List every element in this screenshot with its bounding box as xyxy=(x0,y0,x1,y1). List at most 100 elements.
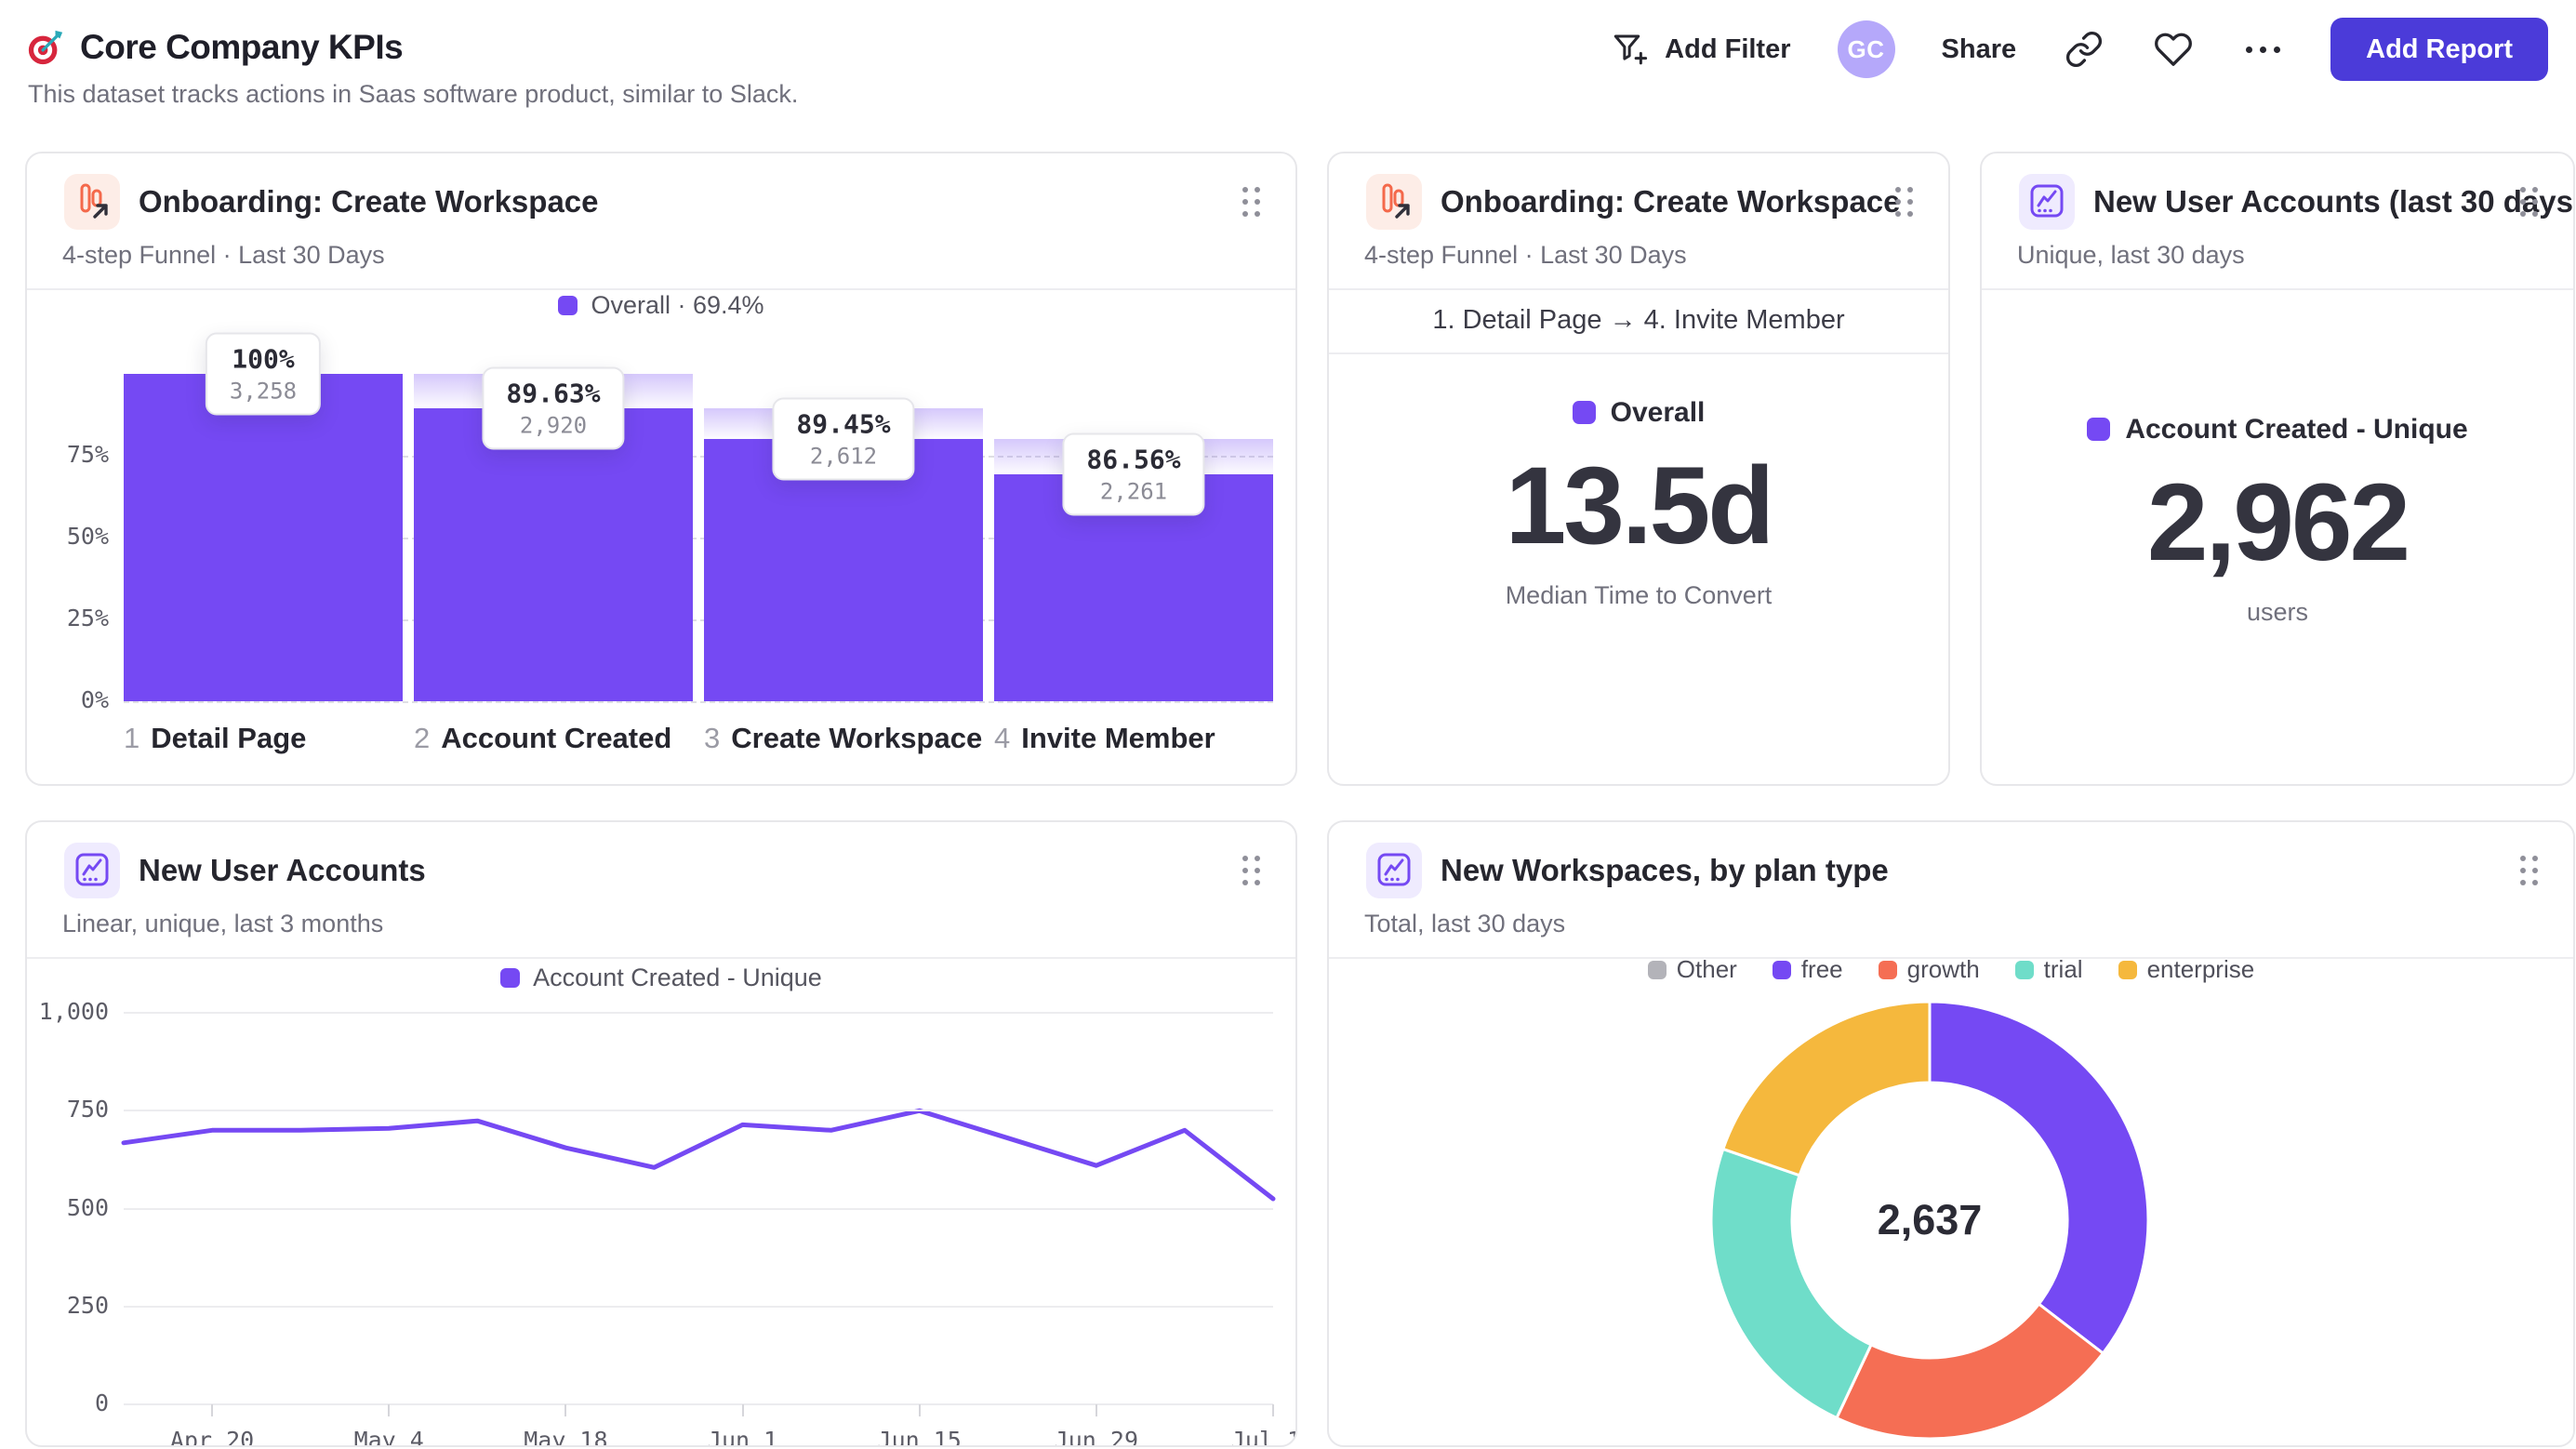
line-y-axis: 1,000 750 500 250 0 xyxy=(27,998,109,1416)
x-axis-tick xyxy=(741,1404,744,1416)
funnel-bar[interactable]: 100% 3,258 1 Detail Page xyxy=(124,332,403,754)
y-axis-label: 75% xyxy=(66,441,109,468)
legend-label: trial xyxy=(2043,955,2083,983)
funnel-step-label: 1 Detail Page xyxy=(124,722,307,754)
line-legend[interactable]: Account Created - Unique xyxy=(27,964,1295,992)
drag-handle-icon[interactable] xyxy=(1895,187,1913,217)
dashboard-app: Core Company KPIs This dataset tracks ac… xyxy=(0,0,2576,1447)
insights-report-icon xyxy=(64,843,120,898)
metric-value: 2,962 xyxy=(2146,460,2410,584)
funnel-bar[interactable]: 86.56% 2,261 4 Invite Member xyxy=(994,374,1273,754)
x-axis-label: Jun 1 xyxy=(707,1427,778,1447)
y-axis-label: 1,000 xyxy=(38,998,109,1025)
card-title[interactable]: Onboarding: Create Workspace xyxy=(139,184,599,219)
funnel-bar[interactable]: 89.63% 2,920 2 Account Created xyxy=(414,366,693,754)
metric-legend: Overall xyxy=(1572,396,1706,429)
favorite-heart-icon[interactable] xyxy=(2152,28,2195,71)
legend-item-growth[interactable]: growth xyxy=(1878,955,1980,984)
x-axis-tick xyxy=(388,1404,391,1416)
legend-label: growth xyxy=(1906,955,1980,983)
funnel-bar[interactable]: 89.45% 2,612 3 Create Workspace xyxy=(704,374,983,754)
add-filter-button[interactable]: Add Filter xyxy=(1609,28,1791,71)
y-axis-label: 0% xyxy=(80,686,109,713)
share-button[interactable]: Share xyxy=(1942,34,2017,65)
card-title[interactable]: Onboarding: Create Workspace xyxy=(1441,184,1901,219)
card-head: New User Accounts xyxy=(27,822,1295,898)
x-axis-tick xyxy=(211,1404,214,1416)
funnel-report-icon xyxy=(1366,174,1422,230)
legend-swatch xyxy=(500,968,521,988)
y-axis-label: 50% xyxy=(66,523,109,550)
funnel-tooltip: 86.56% 2,261 xyxy=(1062,432,1205,516)
metric-legend: Account Created - Unique xyxy=(2087,413,2468,445)
line-plot: Apr 20 May 4 May 18 Jun 1 Jun 15 Jun 29 Jul 13 xyxy=(121,1012,1295,1445)
drag-handle-icon[interactable] xyxy=(1242,856,1260,885)
funnel-step-label: 3 Create Workspace xyxy=(704,722,983,754)
card-subtitle: 4-step Funnel · Last 30 Days xyxy=(1364,241,1687,269)
metric-caption: users xyxy=(2246,597,2309,626)
legend-swatch xyxy=(1772,960,1791,979)
x-axis-label: May 18 xyxy=(524,1427,608,1447)
legend-item-trial[interactable]: trial xyxy=(2014,955,2083,984)
gridline xyxy=(124,701,1273,703)
drag-handle-icon[interactable] xyxy=(2520,856,2538,885)
conversion-percent: 100% xyxy=(232,343,295,375)
legend-label: Overall xyxy=(1610,396,1706,428)
funnel-plot: 100% 3,258 1 Detail Page 89.63% 2,920 2 Account… xyxy=(124,332,1273,754)
conversion-count: 2,261 xyxy=(1099,478,1168,505)
avatar[interactable]: GC xyxy=(1837,20,1895,78)
donut-slice-growth[interactable] xyxy=(1834,1302,2105,1441)
funnel-legend[interactable]: Overall · 69.4% xyxy=(27,291,1295,320)
legend-swatch xyxy=(558,296,578,315)
drag-handle-icon[interactable] xyxy=(1242,187,1260,217)
copy-link-icon[interactable] xyxy=(2063,28,2105,71)
funnel-bar-solid xyxy=(124,374,403,701)
x-axis-tick xyxy=(1095,1404,1097,1416)
legend-label: free xyxy=(1800,955,1843,983)
legend-label: enterprise xyxy=(2146,955,2255,983)
x-axis-label: May 4 xyxy=(353,1427,424,1447)
funnel-tooltip: 89.63% 2,920 xyxy=(482,366,625,449)
card-new-user-accounts-line: New User Accounts Linear, unique, last 3… xyxy=(25,820,1297,1447)
donut-slice-free[interactable] xyxy=(1928,1000,2150,1356)
y-axis-label: 25% xyxy=(66,605,109,631)
conversion-count: 3,258 xyxy=(229,378,298,405)
y-axis-label: 250 xyxy=(66,1291,109,1319)
conversion-percent: 89.45% xyxy=(796,408,891,440)
page-subtitle: This dataset tracks actions in Saas soft… xyxy=(28,80,799,108)
funnel-step-label: 2 Account Created xyxy=(414,722,672,754)
y-axis-label: 0 xyxy=(94,1389,109,1416)
legend-swatch xyxy=(1878,960,1897,979)
legend-item-enterprise[interactable]: enterprise xyxy=(2118,955,2255,984)
legend-item-free[interactable]: free xyxy=(1772,955,1843,984)
card-subtitle: 4-step Funnel · Last 30 Days xyxy=(62,241,385,269)
gridline xyxy=(124,1012,1273,1014)
x-axis-label: Apr 20 xyxy=(169,1427,255,1447)
more-options-icon[interactable] xyxy=(2241,28,2284,71)
legend-label: Account Created - Unique xyxy=(2125,413,2468,445)
funnel-y-axis: 75% 50% 25% 0% xyxy=(27,374,109,713)
card-subtitle: Unique, last 30 days xyxy=(2017,241,2245,269)
legend-swatch xyxy=(1572,401,1596,424)
card-title[interactable]: New User Accounts (last 30 days) xyxy=(2093,184,2573,219)
target-icon xyxy=(26,28,65,67)
drag-handle-icon[interactable] xyxy=(2520,187,2538,217)
donut-slice-enterprise[interactable] xyxy=(1720,1000,1932,1177)
legend-swatch xyxy=(2118,960,2137,979)
add-report-button[interactable]: Add Report xyxy=(2330,18,2548,81)
gridline xyxy=(124,1305,1273,1308)
legend-item-Other[interactable]: Other xyxy=(1647,955,1737,984)
donut-slice-trial[interactable] xyxy=(1709,1147,1874,1420)
conversion-count: 2,920 xyxy=(519,412,588,438)
card-new-workspaces-donut: New Workspaces, by plan type Total, last… xyxy=(1327,820,2575,1447)
x-axis-tick xyxy=(1272,1404,1274,1416)
gridline xyxy=(124,1403,1273,1405)
donut-legend: Other free growth trial enterprise xyxy=(1329,955,2573,984)
legend-swatch xyxy=(2087,418,2111,441)
page-title: Core Company KPIs xyxy=(80,28,404,66)
card-title[interactable]: New Workspaces, by plan type xyxy=(1441,853,1889,888)
card-new-user-accounts-metric: New User Accounts (last 30 days) Unique,… xyxy=(1980,152,2575,786)
metric-value: 13.5d xyxy=(1505,444,1775,567)
conversion-percent: 86.56% xyxy=(1086,444,1181,475)
card-title[interactable]: New User Accounts xyxy=(139,853,426,888)
